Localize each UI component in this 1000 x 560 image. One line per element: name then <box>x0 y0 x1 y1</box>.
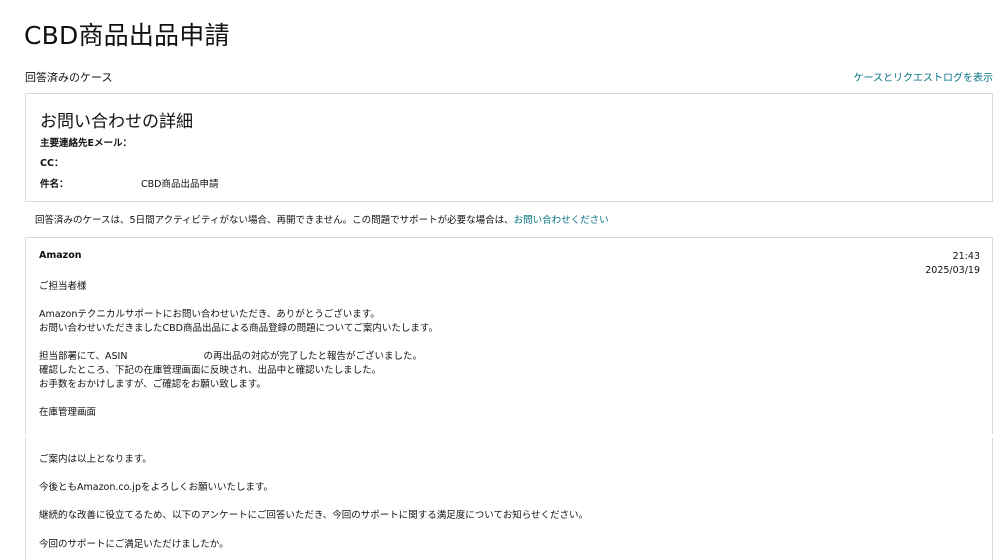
detail-label-subject: 件名： <box>40 179 69 190</box>
page-title: CBD商品出品申請 <box>24 21 230 50</box>
case-status: 回答済みのケース <box>25 71 113 84</box>
message-card: Amazon 21:43 2025/03/19 ご担当者様 Amazonテクニカ… <box>25 237 993 560</box>
message-line: 在庫管理画面 <box>39 407 97 418</box>
message-line: Amazonテクニカルサポートにお問い合わせいただき、ありがとうございます。 <box>39 309 380 320</box>
reopen-notice: 回答済みのケースは、5日間アクティビティがない場合、再開できません。この問題でサ… <box>35 212 609 226</box>
detail-row-email: 主要連絡先Eメール： <box>40 135 132 149</box>
detail-value-subject: CBD商品出品申請 <box>141 179 219 190</box>
message-timestamp: 21:43 2025/03/19 <box>925 250 980 278</box>
detail-row-cc: CC： <box>40 155 63 169</box>
message-line: 今回のサポートにご満足いただけましたか。 <box>39 539 229 550</box>
message-line: ご担当者様 <box>39 281 87 292</box>
inquiry-details-card: お問い合わせの詳細 主要連絡先Eメール： CC： 件名： CBD商品出品申請 <box>25 93 993 202</box>
message-date: 2025/03/19 <box>925 265 980 276</box>
message-line: 担当部署にて、ASIN の再出品の対応が完了したと報告がございました。 <box>39 351 422 362</box>
reopen-notice-text: 回答済みのケースは、5日間アクティビティがない場合、再開できません。この問題でサ… <box>35 215 514 226</box>
message-time: 21:43 <box>952 251 980 262</box>
message-line: 継続的な改善に役立てるため、以下のアンケートにご回答いただき、今回のサポートに関… <box>39 510 589 521</box>
contact-us-link[interactable]: お問い合わせください <box>514 215 609 226</box>
message-sender: Amazon <box>39 250 82 261</box>
message-line: 今後ともAmazon.co.jpをよろしくお願いいたします。 <box>39 482 274 493</box>
message-separator <box>25 434 993 438</box>
detail-label-email: 主要連絡先Eメール： <box>40 138 132 149</box>
message-line: 確認したところ、下記の在庫管理画面に反映され、出品中と確認いたしました。 <box>39 365 382 376</box>
message-line: お手数をおかけしますが、ご確認をお願い致します。 <box>39 379 266 390</box>
message-line: ご案内は以上となります。 <box>39 454 152 465</box>
message-line: お問い合わせいただきましたCBD商品出品による商品登録の問題についてご案内いたし… <box>39 323 438 334</box>
detail-row-subject: 件名： CBD商品出品申請 <box>40 176 218 190</box>
view-case-log-link[interactable]: ケースとリクエストログを表示 <box>854 69 994 84</box>
inquiry-details-title: お問い合わせの詳細 <box>40 112 193 132</box>
detail-label-cc: CC： <box>40 158 64 169</box>
